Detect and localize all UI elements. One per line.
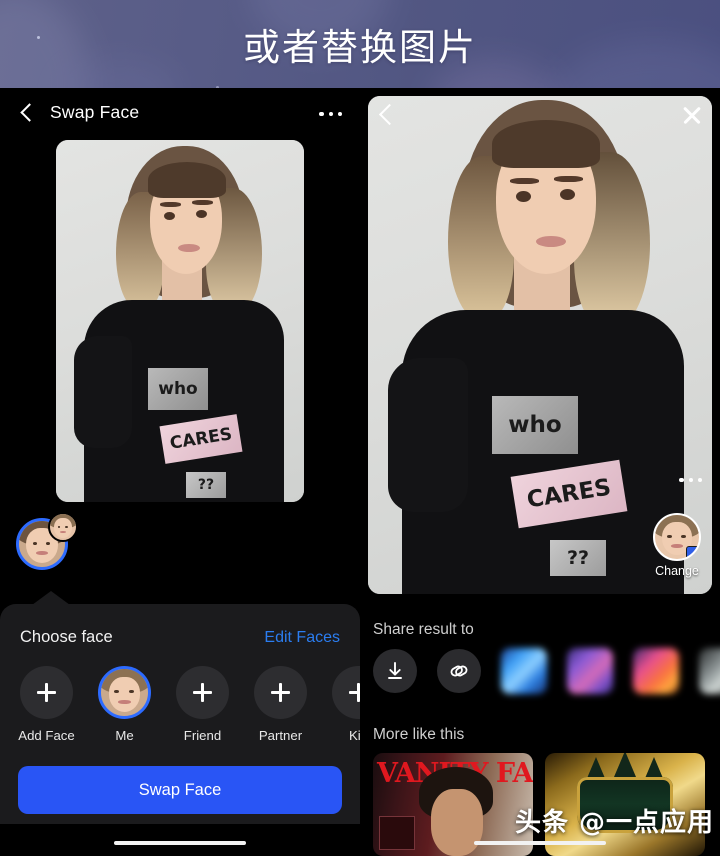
close-x-icon[interactable] (680, 103, 704, 127)
portrait-illustration: who CARES ?? (56, 140, 304, 502)
plus-icon (271, 683, 290, 702)
share-section-title: Share result to (373, 621, 474, 638)
face-options-row: Add Face Me Friend Partner Ki (18, 666, 360, 743)
face-option-label: Kid (348, 728, 360, 743)
sheet-title: Choose face (20, 628, 113, 646)
add-face-circle[interactable] (20, 666, 73, 719)
face-option-label: Me (115, 728, 134, 743)
share-options-row (373, 648, 720, 694)
back-chevron-icon[interactable] (16, 103, 38, 125)
me-face-thumbnail (101, 669, 148, 716)
copy-link-button[interactable] (437, 649, 481, 693)
top-banner: 或者替换图片 (0, 0, 720, 88)
right-phone-screen: who CARES ?? Change Share result to More… (360, 88, 720, 856)
sheet-pointer (32, 591, 70, 605)
add-face-circle[interactable] (254, 666, 307, 719)
add-face-circle[interactable] (176, 666, 229, 719)
target-face-thumbnail (50, 514, 76, 540)
download-icon (388, 662, 402, 679)
share-app-instagram-icon[interactable] (633, 648, 679, 694)
thumb-text-box (379, 816, 415, 850)
link-chain-icon (450, 665, 468, 677)
selected-face-avatar[interactable] (98, 666, 151, 719)
kebab-menu-icon[interactable] (319, 112, 342, 117)
change-face-button[interactable]: Change (648, 513, 706, 578)
edit-faces-link[interactable]: Edit Faces (264, 629, 340, 647)
face-option-label: Partner (258, 728, 303, 743)
home-indicator (474, 840, 606, 845)
page-title: Swap Face (50, 102, 140, 122)
thumb-face (431, 789, 483, 856)
source-photo[interactable]: who CARES ?? (56, 140, 304, 502)
save-to-device-button[interactable] (373, 649, 417, 693)
share-app-blue-icon[interactable] (501, 648, 547, 694)
swap-face-button[interactable]: Swap Face (18, 766, 342, 814)
watermark: 头条 @一点应用 (514, 808, 714, 838)
share-app-grey-icon[interactable] (699, 648, 720, 694)
left-header-bar: Swap Face (0, 88, 360, 140)
banner-title: 或者替换图片 (243, 26, 477, 69)
change-label: Change (655, 564, 699, 578)
face-option-partner[interactable]: Partner (254, 666, 307, 743)
screenshot-panels: Swap Face who CARES ?? Choose face Edit … (0, 88, 720, 856)
left-phone-screen: Swap Face who CARES ?? Choose face Edit … (0, 88, 360, 856)
plus-icon (193, 683, 212, 702)
back-chevron-icon[interactable] (374, 102, 400, 128)
change-badge-icon (686, 546, 699, 559)
home-indicator (114, 840, 246, 845)
target-face-badge[interactable] (48, 512, 78, 542)
change-face-avatar[interactable] (653, 513, 701, 561)
plus-icon (349, 683, 360, 702)
share-app-purple-icon[interactable] (567, 648, 613, 694)
face-option-friend[interactable]: Friend (176, 666, 229, 743)
face-option-add-face[interactable]: Add Face (18, 666, 75, 743)
choose-face-sheet: Choose face Edit Faces Add Face Me Frien… (0, 591, 360, 856)
face-option-label: Add Face (18, 728, 75, 743)
sheet-header: Choose face Edit Faces (20, 628, 340, 647)
face-option-label: Friend (183, 728, 222, 743)
plus-icon (37, 683, 56, 702)
result-kebab-menu-icon[interactable] (679, 478, 702, 483)
add-face-circle[interactable] (332, 666, 360, 719)
more-like-this-title: More like this (373, 726, 465, 743)
face-option-kid[interactable]: Kid (332, 666, 360, 743)
face-option-me[interactable]: Me (98, 666, 151, 743)
